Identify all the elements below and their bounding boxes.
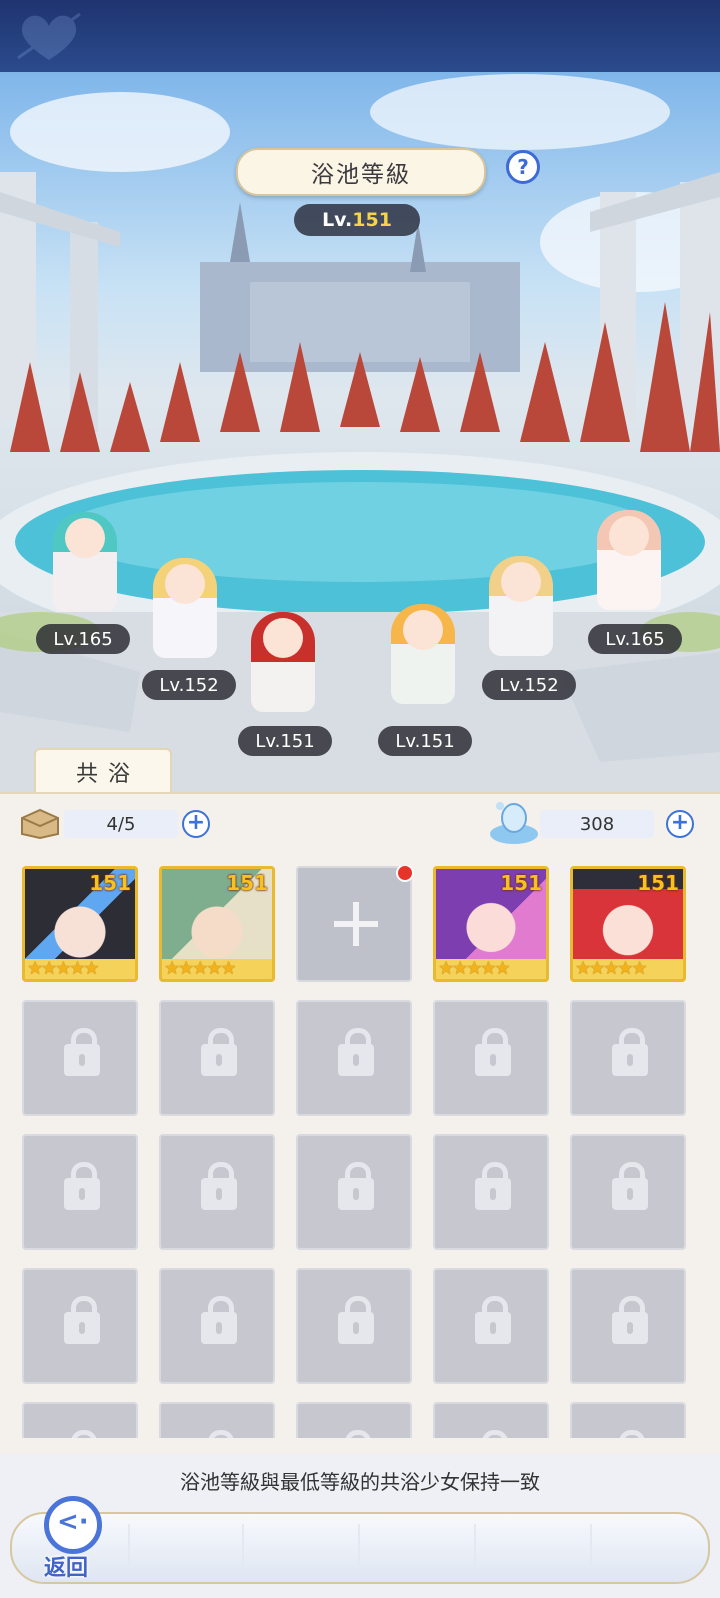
scene-girl[interactable] — [140, 558, 230, 658]
girl-figure — [391, 604, 455, 704]
locked-slot[interactable] — [570, 1402, 686, 1438]
lock-icon — [475, 1162, 511, 1210]
girl-level-tag: Lv.152 — [482, 670, 576, 700]
locked-slot[interactable] — [433, 1402, 549, 1438]
lock-icon — [612, 1296, 648, 1344]
help-icon[interactable]: ? — [506, 150, 540, 184]
lock-icon — [612, 1028, 648, 1076]
girl-figure — [597, 510, 661, 610]
locked-slot[interactable] — [22, 1000, 138, 1116]
lock-icon — [64, 1028, 100, 1076]
lock-icon — [475, 1296, 511, 1344]
girl-figure — [251, 612, 315, 712]
add-slot-button[interactable]: + — [182, 810, 210, 838]
locked-slot[interactable] — [159, 1000, 275, 1116]
lock-icon — [201, 1296, 237, 1344]
star-rating-icon: ★★★★★ — [438, 958, 511, 979]
locked-slot[interactable] — [159, 1134, 275, 1250]
girl-figure — [53, 512, 117, 612]
roster-grid: 151 ★★★★★ 151 ★★★★★ 151 ★★★★★ 151 ★★★★★ — [0, 866, 720, 1438]
lock-icon — [64, 1296, 100, 1344]
lock-icon — [338, 1162, 374, 1210]
locked-slot[interactable] — [159, 1268, 275, 1384]
star-rating-icon: ★★★★★ — [164, 958, 237, 979]
scene-girl[interactable] — [584, 510, 674, 610]
pool-level-value: 151 — [352, 209, 392, 231]
bar-divider — [358, 1524, 360, 1574]
bar-divider — [474, 1524, 476, 1574]
tab-co-bathing[interactable]: 共浴 — [34, 748, 172, 794]
locked-slot[interactable] — [433, 1134, 549, 1250]
bubble-count: 308 — [540, 810, 654, 838]
add-girl-slot[interactable] — [296, 866, 414, 982]
locked-slot[interactable] — [296, 1402, 412, 1438]
pool-level-title: 浴池等級 — [236, 148, 486, 196]
bar-divider — [128, 1524, 130, 1574]
notification-dot-icon — [396, 866, 414, 882]
scene-girl[interactable] — [40, 512, 130, 612]
girl-card[interactable]: 151 ★★★★★ — [570, 866, 686, 982]
bar-divider — [242, 1524, 244, 1574]
girl-card-level: 151 — [500, 871, 542, 895]
scene-girl[interactable] — [378, 604, 468, 704]
add-bubble-button[interactable]: + — [666, 810, 694, 838]
heart-arrow-emblem-icon — [17, 12, 81, 61]
girl-figure — [153, 558, 217, 658]
girl-card-level: 151 — [637, 871, 679, 895]
locked-slot[interactable] — [433, 1000, 549, 1116]
scene-girl[interactable] — [238, 612, 328, 712]
lock-icon — [338, 1296, 374, 1344]
star-rating-icon: ★★★★★ — [575, 958, 648, 979]
locked-slot[interactable] — [433, 1268, 549, 1384]
locked-slot[interactable] — [159, 1402, 275, 1438]
pool-level-prefix: Lv. — [322, 209, 353, 231]
girl-level-tag: Lv.165 — [588, 624, 682, 654]
locked-slot[interactable] — [570, 1000, 686, 1116]
plus-icon — [334, 902, 378, 946]
girl-level-tag: Lv.151 — [378, 726, 472, 756]
back-arrow-icon: <· — [44, 1496, 102, 1554]
girl-card-level: 151 — [89, 871, 131, 895]
locked-slot[interactable] — [296, 1134, 412, 1250]
lock-icon — [475, 1028, 511, 1076]
lock-icon — [338, 1028, 374, 1076]
back-button[interactable]: <· 返回 — [36, 1496, 116, 1586]
bath-bubble-icon — [490, 802, 538, 844]
bar-divider — [590, 1524, 592, 1574]
locked-slot[interactable] — [296, 1268, 412, 1384]
scene-girl[interactable] — [476, 556, 566, 656]
lock-icon — [201, 1162, 237, 1210]
locked-slot[interactable] — [22, 1134, 138, 1250]
girl-level-tag: Lv.151 — [238, 726, 332, 756]
girl-card[interactable]: 151 ★★★★★ — [22, 866, 138, 982]
locked-slot[interactable] — [570, 1268, 686, 1384]
bath-slots-count: 4/5 — [64, 810, 178, 838]
girl-card-level: 151 — [226, 871, 268, 895]
girl-figure — [489, 556, 553, 656]
star-rating-icon: ★★★★★ — [27, 958, 100, 979]
locked-slot[interactable] — [570, 1134, 686, 1250]
girl-card[interactable]: 151 ★★★★★ — [159, 866, 275, 982]
lock-icon — [64, 1162, 100, 1210]
parcel-icon — [21, 808, 59, 840]
top-bar — [0, 0, 720, 72]
girl-card[interactable]: 151 ★★★★★ — [433, 866, 549, 982]
bath-level-hint: 浴池等級與最低等級的共浴少女保持一致 — [180, 1470, 540, 1494]
locked-slot[interactable] — [22, 1402, 138, 1438]
pool-level-badge: Lv. 151 — [294, 204, 420, 236]
lock-icon — [201, 1028, 237, 1076]
back-label: 返回 — [44, 1556, 89, 1581]
locked-slot[interactable] — [296, 1000, 412, 1116]
bath-scene: 浴池等級 ? Lv. 151 Lv.165 Lv.152 Lv.151 Lv.15… — [0, 72, 720, 792]
lock-icon — [612, 1162, 648, 1210]
girl-level-tag: Lv.152 — [142, 670, 236, 700]
locked-slot[interactable] — [22, 1268, 138, 1384]
girl-level-tag: Lv.165 — [36, 624, 130, 654]
